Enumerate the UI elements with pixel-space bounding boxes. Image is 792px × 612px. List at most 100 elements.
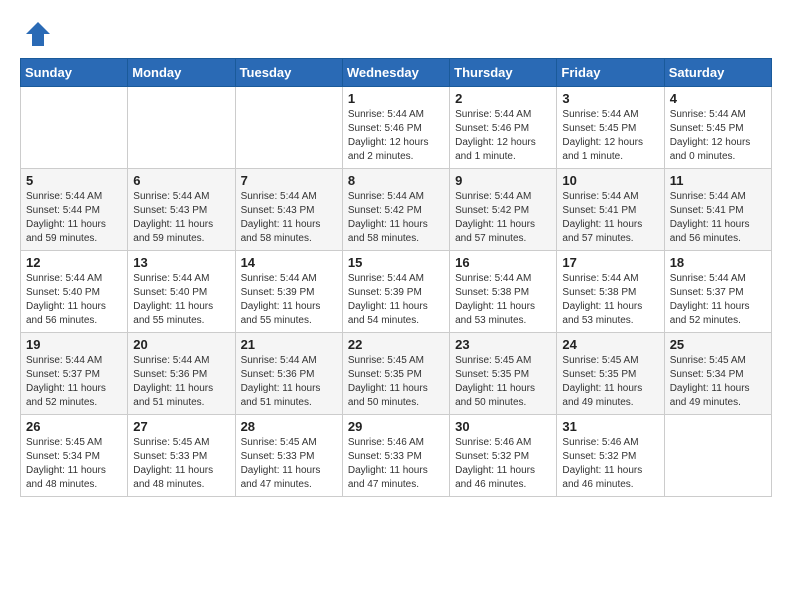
day-info: Sunrise: 5:44 AMSunset: 5:38 PMDaylight:… bbox=[455, 272, 551, 328]
calendar-cell: 6 Sunrise: 5:44 AMSunset: 5:43 PMDayligh… bbox=[128, 169, 235, 251]
calendar-cell: 14 Sunrise: 5:44 AMSunset: 5:39 PMDaylig… bbox=[235, 251, 342, 333]
day-number: 7 bbox=[241, 173, 337, 188]
calendar-cell: 18 Sunrise: 5:44 AMSunset: 5:37 PMDaylig… bbox=[664, 251, 771, 333]
calendar-cell: 17 Sunrise: 5:44 AMSunset: 5:38 PMDaylig… bbox=[557, 251, 664, 333]
day-info: Sunrise: 5:46 AMSunset: 5:33 PMDaylight:… bbox=[348, 436, 444, 492]
day-number: 26 bbox=[26, 419, 122, 434]
calendar-cell: 3 Sunrise: 5:44 AMSunset: 5:45 PMDayligh… bbox=[557, 87, 664, 169]
day-number: 1 bbox=[348, 91, 444, 106]
day-info: Sunrise: 5:46 AMSunset: 5:32 PMDaylight:… bbox=[562, 436, 658, 492]
day-number: 20 bbox=[133, 337, 229, 352]
day-info: Sunrise: 5:45 AMSunset: 5:35 PMDaylight:… bbox=[562, 354, 658, 410]
day-info: Sunrise: 5:44 AMSunset: 5:44 PMDaylight:… bbox=[26, 190, 122, 246]
calendar-cell: 11 Sunrise: 5:44 AMSunset: 5:41 PMDaylig… bbox=[664, 169, 771, 251]
calendar-cell: 7 Sunrise: 5:44 AMSunset: 5:43 PMDayligh… bbox=[235, 169, 342, 251]
day-info: Sunrise: 5:44 AMSunset: 5:43 PMDaylight:… bbox=[241, 190, 337, 246]
day-number: 10 bbox=[562, 173, 658, 188]
calendar-cell: 25 Sunrise: 5:45 AMSunset: 5:34 PMDaylig… bbox=[664, 333, 771, 415]
calendar-cell: 21 Sunrise: 5:44 AMSunset: 5:36 PMDaylig… bbox=[235, 333, 342, 415]
page-header bbox=[20, 20, 772, 48]
calendar-cell: 1 Sunrise: 5:44 AMSunset: 5:46 PMDayligh… bbox=[342, 87, 449, 169]
day-number: 18 bbox=[670, 255, 766, 270]
day-info: Sunrise: 5:45 AMSunset: 5:33 PMDaylight:… bbox=[133, 436, 229, 492]
day-info: Sunrise: 5:44 AMSunset: 5:43 PMDaylight:… bbox=[133, 190, 229, 246]
calendar-cell: 4 Sunrise: 5:44 AMSunset: 5:45 PMDayligh… bbox=[664, 87, 771, 169]
calendar-cell bbox=[235, 87, 342, 169]
day-info: Sunrise: 5:44 AMSunset: 5:46 PMDaylight:… bbox=[348, 108, 444, 164]
calendar-cell: 31 Sunrise: 5:46 AMSunset: 5:32 PMDaylig… bbox=[557, 415, 664, 497]
day-info: Sunrise: 5:44 AMSunset: 5:46 PMDaylight:… bbox=[455, 108, 551, 164]
day-header-thursday: Thursday bbox=[450, 59, 557, 87]
day-number: 2 bbox=[455, 91, 551, 106]
day-header-saturday: Saturday bbox=[664, 59, 771, 87]
day-number: 3 bbox=[562, 91, 658, 106]
day-number: 4 bbox=[670, 91, 766, 106]
day-number: 9 bbox=[455, 173, 551, 188]
day-header-tuesday: Tuesday bbox=[235, 59, 342, 87]
day-info: Sunrise: 5:46 AMSunset: 5:32 PMDaylight:… bbox=[455, 436, 551, 492]
calendar-cell: 30 Sunrise: 5:46 AMSunset: 5:32 PMDaylig… bbox=[450, 415, 557, 497]
calendar-week-5: 26 Sunrise: 5:45 AMSunset: 5:34 PMDaylig… bbox=[21, 415, 772, 497]
calendar-cell: 22 Sunrise: 5:45 AMSunset: 5:35 PMDaylig… bbox=[342, 333, 449, 415]
day-info: Sunrise: 5:44 AMSunset: 5:41 PMDaylight:… bbox=[562, 190, 658, 246]
day-header-monday: Monday bbox=[128, 59, 235, 87]
calendar-week-3: 12 Sunrise: 5:44 AMSunset: 5:40 PMDaylig… bbox=[21, 251, 772, 333]
calendar-cell: 8 Sunrise: 5:44 AMSunset: 5:42 PMDayligh… bbox=[342, 169, 449, 251]
day-number: 27 bbox=[133, 419, 229, 434]
calendar-week-2: 5 Sunrise: 5:44 AMSunset: 5:44 PMDayligh… bbox=[21, 169, 772, 251]
day-info: Sunrise: 5:44 AMSunset: 5:39 PMDaylight:… bbox=[241, 272, 337, 328]
day-info: Sunrise: 5:45 AMSunset: 5:34 PMDaylight:… bbox=[26, 436, 122, 492]
calendar-cell: 20 Sunrise: 5:44 AMSunset: 5:36 PMDaylig… bbox=[128, 333, 235, 415]
day-info: Sunrise: 5:44 AMSunset: 5:45 PMDaylight:… bbox=[562, 108, 658, 164]
day-info: Sunrise: 5:45 AMSunset: 5:33 PMDaylight:… bbox=[241, 436, 337, 492]
calendar-cell: 29 Sunrise: 5:46 AMSunset: 5:33 PMDaylig… bbox=[342, 415, 449, 497]
day-info: Sunrise: 5:44 AMSunset: 5:42 PMDaylight:… bbox=[455, 190, 551, 246]
day-number: 23 bbox=[455, 337, 551, 352]
day-info: Sunrise: 5:44 AMSunset: 5:41 PMDaylight:… bbox=[670, 190, 766, 246]
day-number: 24 bbox=[562, 337, 658, 352]
logo-icon bbox=[24, 20, 52, 48]
day-number: 31 bbox=[562, 419, 658, 434]
day-number: 15 bbox=[348, 255, 444, 270]
day-header-sunday: Sunday bbox=[21, 59, 128, 87]
day-info: Sunrise: 5:44 AMSunset: 5:36 PMDaylight:… bbox=[133, 354, 229, 410]
day-number: 22 bbox=[348, 337, 444, 352]
day-number: 14 bbox=[241, 255, 337, 270]
calendar-cell: 12 Sunrise: 5:44 AMSunset: 5:40 PMDaylig… bbox=[21, 251, 128, 333]
day-info: Sunrise: 5:44 AMSunset: 5:40 PMDaylight:… bbox=[26, 272, 122, 328]
day-number: 5 bbox=[26, 173, 122, 188]
day-info: Sunrise: 5:44 AMSunset: 5:37 PMDaylight:… bbox=[670, 272, 766, 328]
day-info: Sunrise: 5:44 AMSunset: 5:45 PMDaylight:… bbox=[670, 108, 766, 164]
calendar-cell: 26 Sunrise: 5:45 AMSunset: 5:34 PMDaylig… bbox=[21, 415, 128, 497]
day-number: 28 bbox=[241, 419, 337, 434]
calendar-cell: 19 Sunrise: 5:44 AMSunset: 5:37 PMDaylig… bbox=[21, 333, 128, 415]
calendar-cell bbox=[664, 415, 771, 497]
calendar-cell: 23 Sunrise: 5:45 AMSunset: 5:35 PMDaylig… bbox=[450, 333, 557, 415]
calendar-week-4: 19 Sunrise: 5:44 AMSunset: 5:37 PMDaylig… bbox=[21, 333, 772, 415]
calendar-cell: 28 Sunrise: 5:45 AMSunset: 5:33 PMDaylig… bbox=[235, 415, 342, 497]
day-number: 16 bbox=[455, 255, 551, 270]
calendar-cell: 13 Sunrise: 5:44 AMSunset: 5:40 PMDaylig… bbox=[128, 251, 235, 333]
day-info: Sunrise: 5:44 AMSunset: 5:40 PMDaylight:… bbox=[133, 272, 229, 328]
day-info: Sunrise: 5:44 AMSunset: 5:42 PMDaylight:… bbox=[348, 190, 444, 246]
day-info: Sunrise: 5:44 AMSunset: 5:37 PMDaylight:… bbox=[26, 354, 122, 410]
calendar-cell: 5 Sunrise: 5:44 AMSunset: 5:44 PMDayligh… bbox=[21, 169, 128, 251]
day-number: 17 bbox=[562, 255, 658, 270]
calendar-cell: 16 Sunrise: 5:44 AMSunset: 5:38 PMDaylig… bbox=[450, 251, 557, 333]
calendar-cell: 10 Sunrise: 5:44 AMSunset: 5:41 PMDaylig… bbox=[557, 169, 664, 251]
day-number: 21 bbox=[241, 337, 337, 352]
calendar-cell bbox=[128, 87, 235, 169]
calendar-header-row: SundayMondayTuesdayWednesdayThursdayFrid… bbox=[21, 59, 772, 87]
logo bbox=[20, 20, 52, 48]
calendar-week-1: 1 Sunrise: 5:44 AMSunset: 5:46 PMDayligh… bbox=[21, 87, 772, 169]
day-number: 12 bbox=[26, 255, 122, 270]
calendar-cell: 2 Sunrise: 5:44 AMSunset: 5:46 PMDayligh… bbox=[450, 87, 557, 169]
calendar-cell: 9 Sunrise: 5:44 AMSunset: 5:42 PMDayligh… bbox=[450, 169, 557, 251]
calendar-cell bbox=[21, 87, 128, 169]
day-header-friday: Friday bbox=[557, 59, 664, 87]
day-info: Sunrise: 5:45 AMSunset: 5:34 PMDaylight:… bbox=[670, 354, 766, 410]
day-number: 30 bbox=[455, 419, 551, 434]
day-info: Sunrise: 5:45 AMSunset: 5:35 PMDaylight:… bbox=[455, 354, 551, 410]
day-header-wednesday: Wednesday bbox=[342, 59, 449, 87]
day-info: Sunrise: 5:44 AMSunset: 5:36 PMDaylight:… bbox=[241, 354, 337, 410]
